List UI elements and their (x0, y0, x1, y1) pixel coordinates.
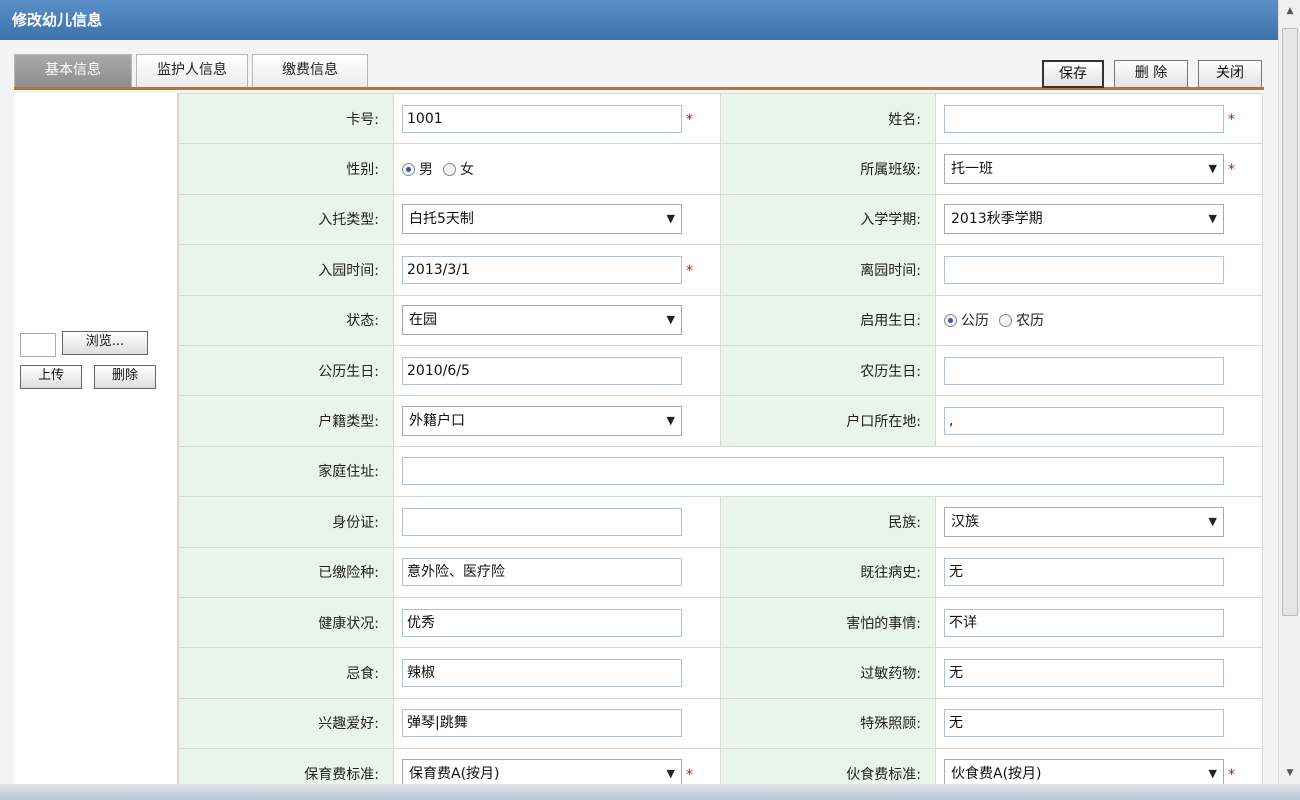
photo-delete-button[interactable]: 删除 (94, 365, 156, 389)
dropdown-arrow-icon: ▼ (1208, 162, 1217, 176)
insurance-label: 已缴险种: (178, 546, 394, 598)
required-mark: * (1228, 162, 1235, 179)
scrollbar-thumb[interactable] (1282, 28, 1298, 616)
taskbar (0, 784, 1300, 800)
leave-date-label: 离园时间: (720, 244, 936, 296)
dropdown-arrow-icon: ▼ (1208, 514, 1217, 528)
required-mark: * (686, 263, 693, 280)
gender-female-radio[interactable] (443, 162, 456, 176)
health-input[interactable]: 优秀 (402, 608, 682, 637)
dropdown-arrow-icon: ▼ (666, 313, 675, 327)
medical-history-input[interactable]: 无 (944, 558, 1224, 587)
term-select[interactable]: 2013秋季学期 ▼ (944, 204, 1224, 235)
status-select[interactable]: 在园 ▼ (402, 305, 682, 336)
child-info-form: 卡号: 1001 * 姓名: * 性别: 男 女 所属班级: 托一班 ▼ * 入托类型… (178, 92, 1263, 800)
required-mark: * (1228, 112, 1235, 128)
fears-input[interactable]: 不详 (944, 608, 1224, 637)
card-no-label: 卡号: (178, 92, 394, 145)
save-button[interactable]: 保存 (1042, 60, 1104, 88)
care-type-label: 入托类型: (178, 193, 394, 246)
scroll-up-arrow-icon[interactable]: ▲ (1279, 0, 1300, 22)
special-care-label: 特殊照顾: (720, 697, 936, 750)
birthday-type-label: 启用生日: (720, 294, 936, 346)
care-type-select[interactable]: 白托5天制 ▼ (402, 204, 682, 235)
name-label: 姓名: (720, 92, 936, 145)
tab-basic-info[interactable]: 基本信息 (14, 54, 132, 87)
vertical-scrollbar[interactable]: ▲ ▼ (1278, 0, 1300, 800)
birthday-lunar-label: 农历 (1016, 313, 1044, 330)
ethnicity-select-value: 汉族 (951, 513, 979, 530)
tab-payment-info[interactable]: 缴费信息 (252, 54, 368, 87)
photo-file-input[interactable] (20, 333, 56, 357)
lunar-birthday-input[interactable] (944, 356, 1224, 385)
class-select[interactable]: 托一班 ▼ (944, 154, 1224, 185)
childcare-fee-select-value: 保育费A(按月) (409, 765, 500, 782)
birthday-solar-radio[interactable] (944, 313, 957, 327)
ethnicity-label: 民族: (720, 496, 936, 548)
hukou-type-select[interactable]: 外籍户口 ▼ (402, 406, 682, 437)
hobbies-label: 兴趣爱好: (178, 697, 394, 750)
allergy-label: 过敏药物: (720, 647, 936, 699)
enroll-date-label: 入园时间: (178, 244, 394, 296)
enroll-date-input[interactable]: 2013/3/1 (402, 255, 682, 284)
diet-taboo-label: 忌食: (178, 647, 394, 699)
term-select-value: 2013秋季学期 (951, 211, 1043, 228)
window-title: 修改幼儿信息 (0, 0, 1278, 40)
birthday-solar-label: 公历 (961, 313, 989, 330)
browse-button[interactable]: 浏览... (62, 331, 148, 355)
care-type-select-value: 白托5天制 (409, 211, 474, 228)
id-card-label: 身份证: (178, 496, 394, 548)
fears-label: 害怕的事情: (720, 596, 936, 649)
gender-radio-group: 男 女 (402, 159, 720, 179)
gender-male-radio[interactable] (402, 162, 415, 176)
gender-label: 性别: (178, 143, 394, 195)
status-label: 状态: (178, 294, 394, 346)
meal-fee-select-value: 伙食费A(按月) (951, 765, 1042, 782)
diet-taboo-input[interactable]: 辣椒 (402, 658, 682, 687)
term-label: 入学学期: (720, 193, 936, 246)
birthday-type-radio-group: 公历 农历 (944, 310, 1262, 330)
solar-birthday-input[interactable]: 2010/6/5 (402, 356, 682, 385)
gender-female-label: 女 (460, 162, 474, 179)
dropdown-arrow-icon: ▼ (666, 414, 675, 428)
address-input[interactable] (402, 457, 1224, 486)
required-mark: * (686, 112, 693, 128)
ethnicity-select[interactable]: 汉族 ▼ (944, 506, 1224, 537)
card-no-input[interactable]: 1001 (402, 104, 682, 133)
scroll-down-arrow-icon[interactable]: ▼ (1279, 762, 1300, 784)
status-select-value: 在园 (409, 312, 437, 329)
tab-guardian-info[interactable]: 监护人信息 (136, 54, 248, 87)
medical-history-label: 既往病史: (720, 546, 936, 598)
class-select-value: 托一班 (951, 161, 993, 178)
lunar-birthday-label: 农历生日: (720, 344, 936, 397)
special-care-input[interactable]: 无 (944, 709, 1224, 738)
name-input[interactable] (944, 104, 1224, 133)
hobbies-input[interactable]: 弹琴|跳舞 (402, 709, 682, 738)
hukou-location-label: 户口所在地: (720, 395, 936, 447)
required-mark: * (1228, 767, 1235, 784)
address-label: 家庭住址: (178, 445, 394, 498)
hukou-location-input[interactable]: , (944, 407, 1224, 436)
upload-button[interactable]: 上传 (20, 365, 82, 389)
dropdown-arrow-icon: ▼ (666, 212, 675, 226)
birthday-lunar-radio[interactable] (999, 313, 1012, 327)
close-button[interactable]: 关闭 (1198, 60, 1262, 88)
delete-button[interactable]: 删 除 (1114, 60, 1188, 88)
photo-panel: 浏览... 上传 删除 (14, 93, 178, 800)
allergy-input[interactable]: 无 (944, 658, 1224, 687)
leave-date-input[interactable] (944, 255, 1224, 284)
required-mark: * (686, 767, 693, 784)
edit-child-window: 修改幼儿信息 基本信息 监护人信息 缴费信息 保存 删 除 关闭 浏览... 上… (0, 0, 1278, 800)
id-card-input[interactable] (402, 507, 682, 536)
class-label: 所属班级: (720, 143, 936, 195)
hukou-type-select-value: 外籍户口 (409, 413, 465, 430)
dropdown-arrow-icon: ▼ (1208, 212, 1217, 226)
gender-male-label: 男 (419, 162, 433, 179)
insurance-input[interactable]: 意外险、医疗险 (402, 558, 682, 587)
health-label: 健康状况: (178, 596, 394, 649)
hukou-type-label: 户籍类型: (178, 395, 394, 447)
solar-birthday-label: 公历生日: (178, 344, 394, 397)
